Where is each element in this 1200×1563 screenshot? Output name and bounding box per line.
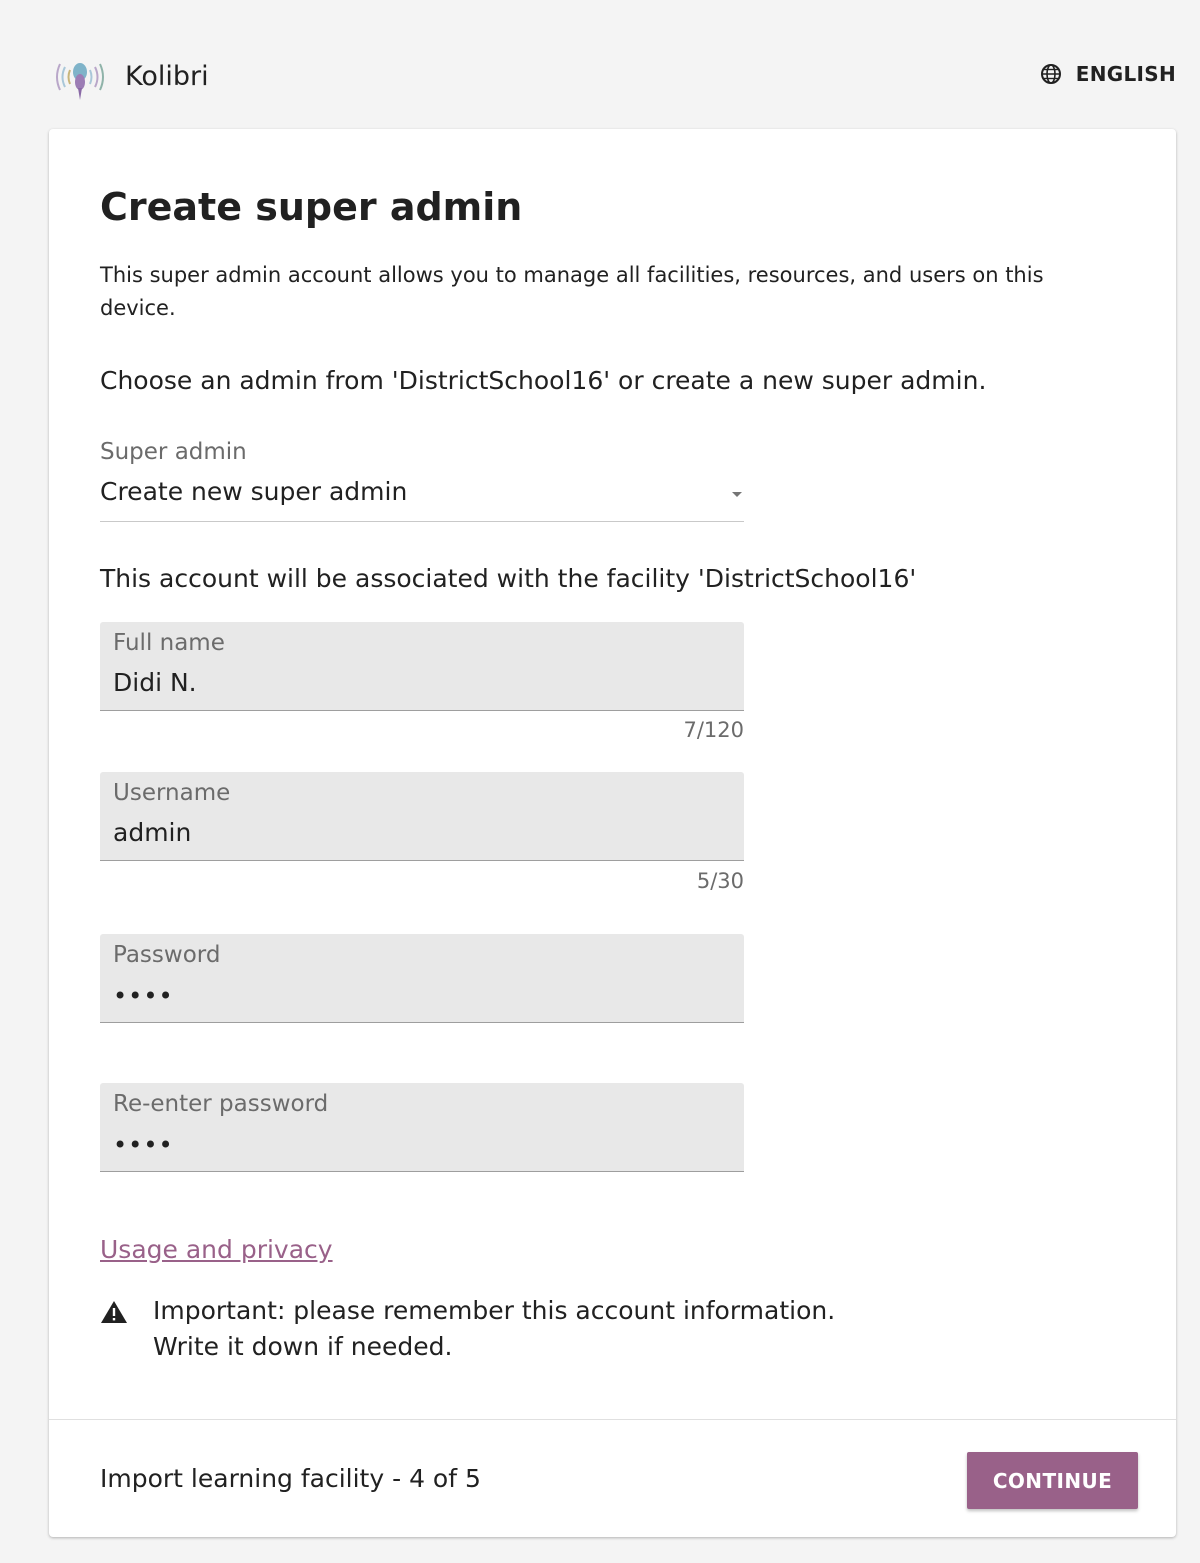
language-label: ENGLISH (1075, 62, 1176, 86)
super-admin-select-value: Create new super admin (100, 477, 408, 506)
top-bar: Kolibri ENGLISH (0, 0, 1200, 130)
warning-text: Important: please remember this account … (153, 1293, 835, 1365)
username-value: admin (113, 818, 192, 847)
super-admin-select-label: Super admin (100, 439, 247, 465)
super-admin-select[interactable]: Super admin Create new super admin (100, 435, 744, 522)
full-name-value: Didi N. (113, 668, 197, 697)
footer-divider (49, 1419, 1176, 1420)
warning-line-2: Write it down if needed. (153, 1332, 453, 1361)
username-counter: 5/30 (696, 869, 744, 893)
full-name-field[interactable]: Full name Didi N. (100, 622, 744, 711)
app-name: Kolibri (125, 61, 209, 92)
facility-association-text: This account will be associated with the… (100, 564, 917, 593)
full-name-label: Full name (113, 630, 225, 656)
username-label: Username (113, 780, 231, 806)
setup-card: Create super admin This super admin acco… (49, 129, 1176, 1537)
warning-icon (101, 1301, 127, 1323)
password-field[interactable]: Password •••• (100, 934, 744, 1023)
choose-admin-text: Choose an admin from 'DistrictSchool16' … (100, 366, 987, 395)
globe-icon (1040, 64, 1061, 84)
chevron-down-icon (732, 492, 742, 497)
password-label: Password (113, 942, 221, 968)
language-selector[interactable]: ENGLISH (1040, 62, 1176, 86)
page-description: This super admin account allows you to m… (100, 263, 1044, 320)
warning-line-1: Important: please remember this account … (153, 1296, 836, 1325)
reenter-password-field[interactable]: Re-enter password •••• (100, 1083, 744, 1172)
continue-button[interactable]: CONTINUE (967, 1452, 1138, 1509)
password-value: •••• (113, 982, 174, 1010)
kolibri-logo-icon (56, 63, 104, 100)
usage-privacy-link[interactable]: Usage and privacy (100, 1235, 333, 1264)
full-name-counter: 7/120 (683, 718, 744, 742)
reenter-password-value: •••• (113, 1131, 174, 1159)
reenter-password-label: Re-enter password (113, 1091, 329, 1117)
step-progress: Import learning facility - 4 of 5 (100, 1464, 481, 1493)
page-title: Create super admin (100, 185, 523, 229)
username-field[interactable]: Username admin (100, 772, 744, 861)
